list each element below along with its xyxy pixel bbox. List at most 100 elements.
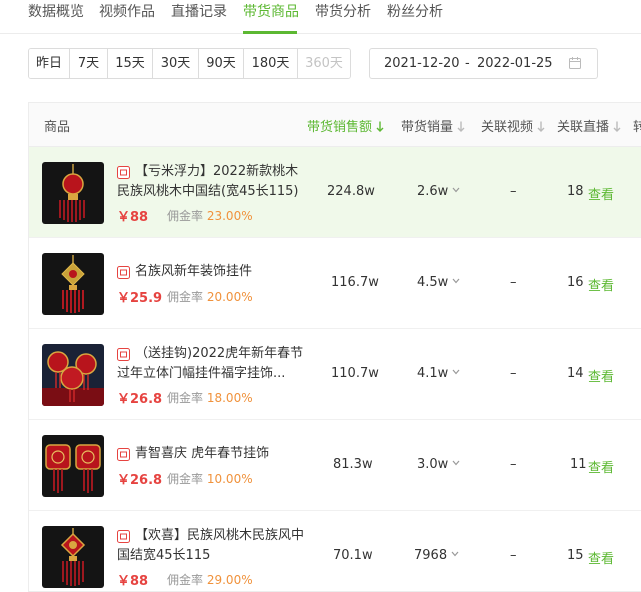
table-row[interactable]: 名族风新年装饰挂件 ￥25.9 佣金率 20.00% 116.7w 4.5w –… xyxy=(29,238,641,329)
table-header: 商品 带货销售额 带货销量 关联视频 关联直播 转 xyxy=(29,103,641,147)
sales-volume[interactable]: 3.0w xyxy=(417,457,460,472)
sales-amount: 70.1w xyxy=(333,548,373,563)
commission-label: 佣金率 xyxy=(167,290,204,304)
sales-amount: 116.7w xyxy=(331,275,379,290)
header-cut: 转 xyxy=(633,116,641,135)
view-link[interactable]: 查看 xyxy=(588,184,614,203)
product-title[interactable]: 【欢喜】民族风桃木民族风中国结宽45长115 xyxy=(117,526,307,566)
product-thumbnail[interactable] xyxy=(42,253,104,315)
commission-rate: 佣金率 18.00% xyxy=(167,389,253,406)
product-title[interactable]: 青智喜庆 虎年春节挂饰 xyxy=(117,444,307,464)
table-row[interactable]: 【欢喜】民族风桃木民族风中国结宽45长115 ￥88 佣金率 29.00% 70… xyxy=(29,511,641,591)
products-table: 商品 带货销售额 带货销量 关联视频 关联直播 转 【亏米浮力】2022新款桃木… xyxy=(28,102,641,592)
sales-volume-value: 3.0w xyxy=(417,457,449,472)
sales-amount: 110.7w xyxy=(331,366,379,381)
sales-volume-value: 4.1w xyxy=(417,366,449,381)
header-sales-amount[interactable]: 带货销售额 xyxy=(307,116,384,135)
sales-volume[interactable]: 2.6w xyxy=(417,184,460,199)
product-price: ￥26.8 xyxy=(117,392,163,407)
product-thumbnail[interactable] xyxy=(42,435,104,497)
date-start[interactable]: 2021-12-20 xyxy=(384,56,460,71)
commission-label: 佣金率 xyxy=(167,573,204,587)
product-title[interactable]: 名族风新年装饰挂件 xyxy=(117,262,307,282)
related-lives: 14 xyxy=(567,366,584,381)
product-thumbnail[interactable] xyxy=(42,344,104,406)
calendar-icon[interactable] xyxy=(568,56,582,70)
sales-volume[interactable]: 4.5w xyxy=(417,275,460,290)
table-row[interactable]: （送挂钩)2022虎年新年春节过年立体门幅挂件福字挂饰... ￥26.8 佣金率… xyxy=(29,329,641,420)
commission-label: 佣金率 xyxy=(167,472,204,486)
header-product: 商品 xyxy=(44,120,71,135)
commission-value: 20.00% xyxy=(206,290,253,304)
view-link[interactable]: 查看 xyxy=(588,548,614,567)
view-link[interactable]: 查看 xyxy=(588,457,614,476)
header-related-videos-label: 关联视频 xyxy=(481,120,534,135)
tab-live-records[interactable]: 直播记录 xyxy=(171,2,227,22)
related-videos: – xyxy=(510,457,517,472)
sales-volume-value: 7968 xyxy=(414,548,448,563)
range-yesterday-button[interactable]: 昨日 xyxy=(29,49,70,78)
related-videos: – xyxy=(510,184,517,199)
commission-value: 29.00% xyxy=(206,573,253,587)
tab-sales-analysis[interactable]: 带货分析 xyxy=(315,2,371,22)
product-thumbnail[interactable] xyxy=(42,526,104,588)
sort-arrow-icon[interactable] xyxy=(457,121,465,132)
chevron-down-icon[interactable] xyxy=(452,187,460,193)
nav-tabs: 数据概览 视频作品 直播记录 带货商品 带货分析 粉丝分析 xyxy=(0,0,641,34)
header-related-lives[interactable]: 关联直播 xyxy=(557,116,621,135)
sales-amount: 81.3w xyxy=(333,457,373,472)
sales-volume-value: 2.6w xyxy=(417,184,449,199)
related-videos: – xyxy=(510,548,517,563)
sales-volume[interactable]: 7968 xyxy=(414,548,459,563)
date-separator: - xyxy=(465,56,470,71)
view-link[interactable]: 查看 xyxy=(588,366,614,385)
commission-rate: 佣金率 23.00% xyxy=(167,207,253,224)
range-7d-button[interactable]: 7天 xyxy=(70,49,108,78)
product-title[interactable]: 【亏米浮力】2022新款桃木民族风桃木中国结(宽45长115) xyxy=(117,162,307,202)
commission-label: 佣金率 xyxy=(167,391,204,405)
product-price: ￥26.8 xyxy=(117,473,163,488)
table-row[interactable]: 青智喜庆 虎年春节挂饰 ￥26.8 佣金率 10.00% 81.3w 3.0w … xyxy=(29,420,641,511)
date-end[interactable]: 2022-01-25 xyxy=(477,56,553,71)
product-price: ￥88 xyxy=(117,574,149,589)
related-lives: 16 xyxy=(567,275,584,290)
chevron-down-icon[interactable] xyxy=(452,460,460,466)
sales-volume[interactable]: 4.1w xyxy=(417,366,460,381)
tab-fans-analysis[interactable]: 粉丝分析 xyxy=(387,2,443,22)
commission-value: 23.00% xyxy=(206,209,253,223)
table-row[interactable]: 【亏米浮力】2022新款桃木民族风桃木中国结(宽45长115) ￥88 佣金率 … xyxy=(29,147,641,238)
sort-arrow-icon[interactable] xyxy=(376,121,384,132)
product-price: ￥25.9 xyxy=(117,291,163,306)
header-sales-volume[interactable]: 带货销量 xyxy=(401,116,465,135)
tab-overview[interactable]: 数据概览 xyxy=(28,2,84,22)
tab-products[interactable]: 带货商品 xyxy=(243,2,299,22)
range-180d-button[interactable]: 180天 xyxy=(244,49,298,78)
range-15d-button[interactable]: 15天 xyxy=(108,49,153,78)
header-related-videos[interactable]: 关联视频 xyxy=(481,116,545,135)
related-videos: – xyxy=(510,275,517,290)
view-link[interactable]: 查看 xyxy=(588,275,614,294)
commission-label: 佣金率 xyxy=(167,209,204,223)
header-sales-volume-label: 带货销量 xyxy=(401,120,454,135)
product-price: ￥88 xyxy=(117,210,149,225)
time-range-selector: 昨日 7天 15天 30天 90天 180天 360天 xyxy=(28,48,351,79)
active-tab-indicator xyxy=(243,31,297,34)
product-title[interactable]: （送挂钩)2022虎年新年春节过年立体门幅挂件福字挂饰... xyxy=(117,344,307,384)
chevron-down-icon[interactable] xyxy=(451,551,459,557)
commission-rate: 佣金率 29.00% xyxy=(167,571,253,588)
sales-volume-value: 4.5w xyxy=(417,275,449,290)
chevron-down-icon[interactable] xyxy=(452,278,460,284)
sort-arrow-icon[interactable] xyxy=(537,121,545,132)
product-thumbnail[interactable] xyxy=(42,162,104,224)
commission-rate: 佣金率 20.00% xyxy=(167,288,253,305)
tab-videos[interactable]: 视频作品 xyxy=(99,2,155,22)
commission-value: 10.00% xyxy=(206,472,253,486)
related-lives: 11 xyxy=(570,457,587,472)
range-90d-button[interactable]: 90天 xyxy=(199,49,244,78)
commission-rate: 佣金率 10.00% xyxy=(167,470,253,487)
sort-arrow-icon[interactable] xyxy=(613,121,621,132)
date-range-picker[interactable]: 2021-12-20 - 2022-01-25 xyxy=(369,48,598,79)
header-related-lives-label: 关联直播 xyxy=(557,120,610,135)
range-30d-button[interactable]: 30天 xyxy=(153,49,199,78)
chevron-down-icon[interactable] xyxy=(452,369,460,375)
